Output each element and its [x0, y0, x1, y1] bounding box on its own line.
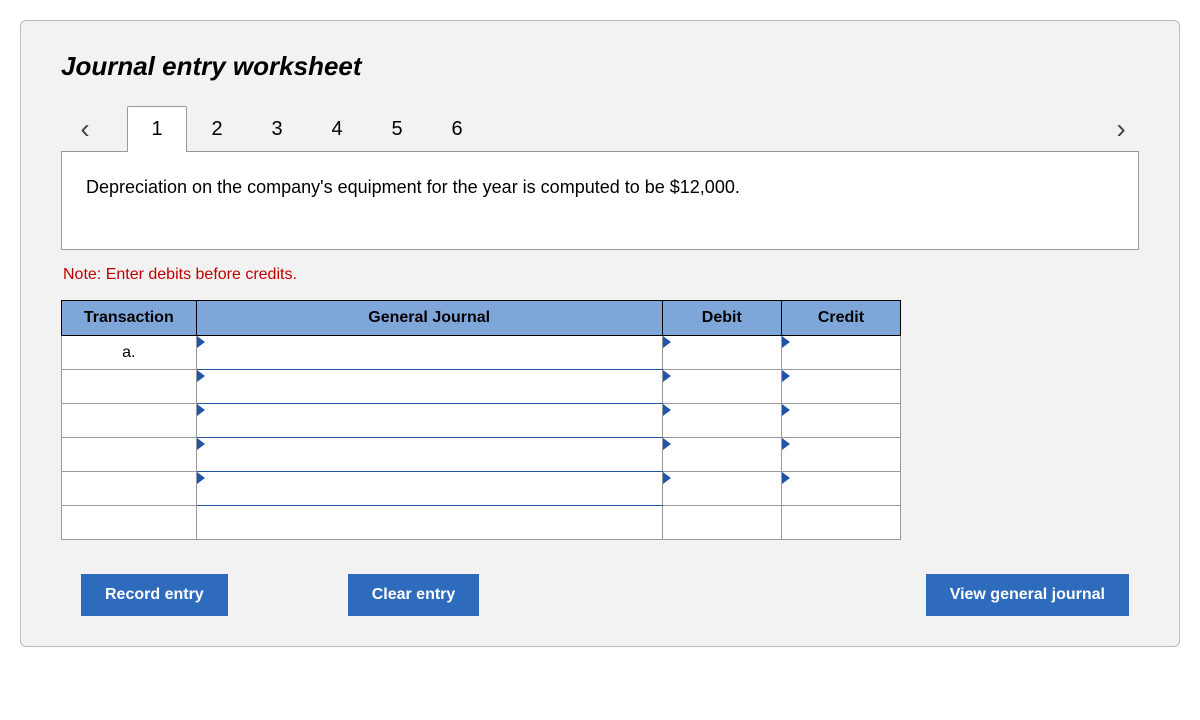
cell-transaction: [62, 404, 197, 438]
cell-debit[interactable]: [662, 506, 781, 540]
cell-debit[interactable]: [662, 472, 781, 506]
dropdown-icon: [197, 370, 205, 382]
cell-debit[interactable]: [662, 404, 781, 438]
chevron-right-icon: ›: [1116, 113, 1125, 145]
table-row: a.: [62, 336, 901, 370]
cell-transaction: [62, 370, 197, 404]
dropdown-icon: [197, 438, 205, 450]
transaction-description: Depreciation on the company's equipment …: [61, 151, 1139, 250]
next-arrow[interactable]: ›: [1103, 106, 1139, 152]
header-debit: Debit: [662, 301, 781, 336]
dropdown-icon: [663, 438, 671, 450]
table-row: [62, 506, 901, 540]
cell-debit[interactable]: [662, 370, 781, 404]
cell-general-journal[interactable]: [196, 336, 662, 370]
table-row: [62, 404, 901, 438]
dropdown-icon: [782, 438, 790, 450]
button-row: Record entry Clear entry View general jo…: [61, 574, 1139, 616]
cell-credit[interactable]: [781, 404, 900, 438]
dropdown-icon: [782, 336, 790, 348]
table-row: [62, 472, 901, 506]
cell-transaction: [62, 438, 197, 472]
cell-general-journal[interactable]: [196, 404, 662, 438]
cell-transaction: [62, 472, 197, 506]
dropdown-icon: [782, 404, 790, 416]
view-general-journal-button[interactable]: View general journal: [926, 574, 1129, 616]
cell-transaction: [62, 506, 197, 540]
clear-entry-button[interactable]: Clear entry: [348, 574, 480, 616]
worksheet-panel: Journal entry worksheet ‹ 1 2 3 4 5 6 › …: [20, 20, 1180, 647]
dropdown-icon: [197, 336, 205, 348]
journal-entry-table: Transaction General Journal Debit Credit…: [61, 300, 901, 540]
table-body: a.: [62, 336, 901, 540]
dropdown-icon: [663, 404, 671, 416]
header-general-journal: General Journal: [196, 301, 662, 336]
dropdown-icon: [782, 472, 790, 484]
record-entry-button[interactable]: Record entry: [81, 574, 228, 616]
dropdown-icon: [663, 370, 671, 382]
tab-5[interactable]: 5: [367, 106, 427, 152]
header-credit: Credit: [781, 301, 900, 336]
cell-credit[interactable]: [781, 472, 900, 506]
tab-4[interactable]: 4: [307, 106, 367, 152]
tab-1[interactable]: 1: [127, 106, 187, 152]
cell-credit[interactable]: [781, 438, 900, 472]
tab-3[interactable]: 3: [247, 106, 307, 152]
cell-credit[interactable]: [781, 506, 900, 540]
table-row: [62, 370, 901, 404]
cell-general-journal[interactable]: [196, 506, 662, 540]
note-text: Note: Enter debits before credits.: [63, 266, 1139, 284]
page-title: Journal entry worksheet: [61, 51, 1139, 82]
table-row: [62, 438, 901, 472]
cell-general-journal[interactable]: [196, 370, 662, 404]
tab-list: 1 2 3 4 5 6: [127, 106, 487, 152]
chevron-left-icon: ‹: [80, 113, 89, 145]
dropdown-icon: [663, 472, 671, 484]
cell-debit[interactable]: [662, 438, 781, 472]
cell-transaction: a.: [62, 336, 197, 370]
cell-credit[interactable]: [781, 336, 900, 370]
cell-general-journal[interactable]: [196, 438, 662, 472]
prev-arrow[interactable]: ‹: [67, 106, 103, 152]
dropdown-icon: [663, 336, 671, 348]
cell-credit[interactable]: [781, 370, 900, 404]
tab-6[interactable]: 6: [427, 106, 487, 152]
tab-nav: ‹ 1 2 3 4 5 6 ›: [61, 106, 1139, 152]
dropdown-icon: [782, 370, 790, 382]
tab-2[interactable]: 2: [187, 106, 247, 152]
cell-general-journal[interactable]: [196, 472, 662, 506]
dropdown-icon: [197, 472, 205, 484]
cell-debit[interactable]: [662, 336, 781, 370]
dropdown-icon: [197, 404, 205, 416]
header-transaction: Transaction: [62, 301, 197, 336]
